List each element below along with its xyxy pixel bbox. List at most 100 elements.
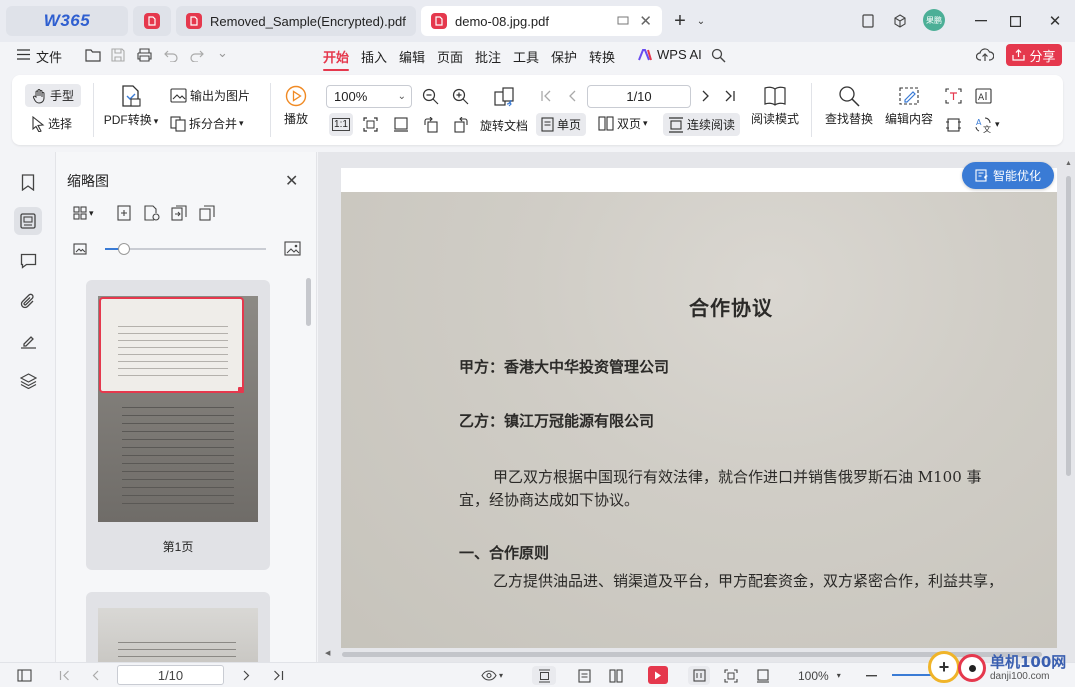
first-page-icon[interactable] <box>540 90 552 102</box>
tab-close-icon[interactable]: ✕ <box>639 12 652 30</box>
single-page-toggle[interactable] <box>578 666 591 685</box>
hamburger-menu-icon[interactable] <box>17 49 30 60</box>
print-icon[interactable] <box>137 48 152 62</box>
redo-icon[interactable] <box>190 48 204 62</box>
page-crop-icon[interactable] <box>945 117 962 133</box>
cloud-upload-icon[interactable] <box>976 47 994 62</box>
scroll-thumb[interactable] <box>1066 176 1071 476</box>
slider-handle[interactable] <box>118 243 130 255</box>
rotate-left-icon[interactable] <box>423 117 439 133</box>
menu-more-chevron-icon[interactable]: ⌄ <box>217 45 228 61</box>
toggle-sidebar-icon[interactable] <box>17 666 32 685</box>
tab-demo-08[interactable]: demo-08.jpg.pdf ✕ <box>421 6 662 36</box>
prev-page-icon[interactable] <box>567 90 579 102</box>
bookmark-icon[interactable] <box>14 168 42 196</box>
next-page-icon[interactable] <box>699 90 711 102</box>
thumb-size-slider[interactable] <box>105 243 266 255</box>
attachment-icon[interactable] <box>14 287 42 315</box>
rotate-doc-icon[interactable] <box>492 85 516 109</box>
next-page-icon[interactable] <box>242 666 251 685</box>
zoom-select[interactable]: 100% ⌄ <box>326 85 412 108</box>
play-button[interactable]: 播放 <box>278 85 314 127</box>
tab-tools[interactable]: 工具 <box>513 47 539 66</box>
hand-tool-button[interactable]: 手型 <box>25 84 81 107</box>
file-menu[interactable]: 文件 <box>36 47 62 66</box>
thumbnail-card-page-1[interactable]: 第1页 <box>86 280 270 570</box>
single-page-button[interactable]: 单页 <box>536 113 587 136</box>
last-page-icon[interactable] <box>273 666 284 685</box>
zoom-in-icon[interactable] <box>452 88 469 105</box>
scroll-up-icon[interactable]: ▲ <box>1065 160 1072 167</box>
fit-page-toggle[interactable] <box>724 666 738 685</box>
zoom-out-icon[interactable] <box>422 88 439 105</box>
edit-content-button[interactable]: 编辑内容 <box>882 85 936 127</box>
comment-icon[interactable] <box>14 247 42 275</box>
read-mode-button[interactable]: 阅读模式 <box>748 85 802 127</box>
status-zoom-out-icon[interactable] <box>866 666 877 685</box>
status-zoom-select[interactable]: 100% ▾ <box>798 666 841 685</box>
tab-insert[interactable]: 插入 <box>361 47 387 66</box>
ocr-icon[interactable] <box>945 88 962 104</box>
export-image-button[interactable]: 输出为图片 <box>170 87 250 104</box>
status-page-input[interactable]: 1/10 <box>117 665 224 685</box>
rotate-right-icon[interactable] <box>453 117 469 133</box>
fit-page-icon[interactable] <box>363 117 378 132</box>
tab-removed-sample[interactable]: Removed_Sample(Encrypted).pdf <box>176 6 416 36</box>
page-number-input[interactable]: 1/10 <box>587 85 691 108</box>
share-button[interactable]: 分享 <box>1006 44 1062 66</box>
fit-width-icon[interactable] <box>393 117 409 132</box>
grid-view-icon[interactable]: ▾ <box>73 206 94 220</box>
tab-edit[interactable]: 编辑 <box>399 47 425 66</box>
eye-protection-icon[interactable]: ▾ <box>481 666 503 685</box>
thumbnail-icon[interactable] <box>14 207 42 235</box>
cube-icon[interactable] <box>889 10 911 32</box>
text-recognize-icon[interactable]: A <box>975 88 992 104</box>
translate-icon[interactable]: A文 ▾ <box>975 116 1000 133</box>
fit-width-toggle[interactable] <box>756 666 770 685</box>
extract-page-icon[interactable] <box>171 205 187 221</box>
search-icon[interactable] <box>711 48 726 63</box>
save-icon[interactable] <box>111 48 125 62</box>
tab-page[interactable]: 页面 <box>437 47 463 66</box>
continuous-view-toggle[interactable] <box>532 666 556 685</box>
smart-optimize-button[interactable]: 智能优化 <box>962 162 1054 189</box>
open-folder-icon[interactable] <box>85 48 101 62</box>
split-merge-button[interactable]: 拆分合并 ▾ <box>170 115 244 132</box>
first-page-icon[interactable] <box>59 666 70 685</box>
tab-window-icon[interactable] <box>617 16 629 26</box>
thumbnail-card-page-2[interactable] <box>86 592 270 662</box>
new-tab-icon[interactable]: + <box>669 10 691 32</box>
layers-icon[interactable] <box>14 367 42 395</box>
scroll-left-icon[interactable]: ◀ <box>325 649 330 657</box>
tab-annotate[interactable]: 批注 <box>475 47 501 66</box>
insert-page-icon[interactable] <box>117 205 131 221</box>
close-window-icon[interactable]: ✕ <box>1044 10 1066 32</box>
wps-ai-button[interactable]: WPS AI <box>638 47 702 62</box>
find-replace-button[interactable]: 查找替换 <box>822 85 876 127</box>
tab-start[interactable]: 开始 <box>323 47 350 71</box>
double-page-button[interactable]: 双页 ▾ <box>598 115 648 132</box>
replace-page-icon[interactable] <box>144 205 160 221</box>
panel-scrollbar[interactable] <box>306 278 311 326</box>
actual-size-toggle[interactable] <box>688 666 710 685</box>
avatar[interactable]: 果鹏 <box>923 9 945 31</box>
tab-list-chevron-icon[interactable]: ⌄ <box>690 10 712 32</box>
copy-page-icon[interactable] <box>199 205 215 221</box>
prev-page-icon[interactable] <box>91 666 100 685</box>
home-tab[interactable]: W365 <box>6 6 128 36</box>
continuous-read-button[interactable]: 连续阅读 <box>663 113 741 136</box>
signature-icon[interactable] <box>14 327 42 355</box>
vertical-scrollbar[interactable]: ▲ <box>1062 152 1075 662</box>
play-slideshow-icon[interactable] <box>648 666 668 684</box>
pdf-convert-button[interactable]: PDF转换 ▾ <box>101 84 161 128</box>
rotate-doc-label[interactable]: 旋转文档 <box>480 117 528 134</box>
undo-icon[interactable] <box>164 48 178 62</box>
tab-convert[interactable]: 转换 <box>589 47 615 66</box>
window-mode-icon[interactable] <box>857 10 879 32</box>
close-panel-icon[interactable]: ✕ <box>285 171 298 191</box>
actual-size-button[interactable]: 1:1 <box>329 113 353 136</box>
minimize-icon[interactable] <box>970 10 992 32</box>
last-page-icon[interactable] <box>724 90 736 102</box>
select-tool-button[interactable]: 选择 <box>31 115 72 132</box>
tab-protect[interactable]: 保护 <box>551 47 577 66</box>
